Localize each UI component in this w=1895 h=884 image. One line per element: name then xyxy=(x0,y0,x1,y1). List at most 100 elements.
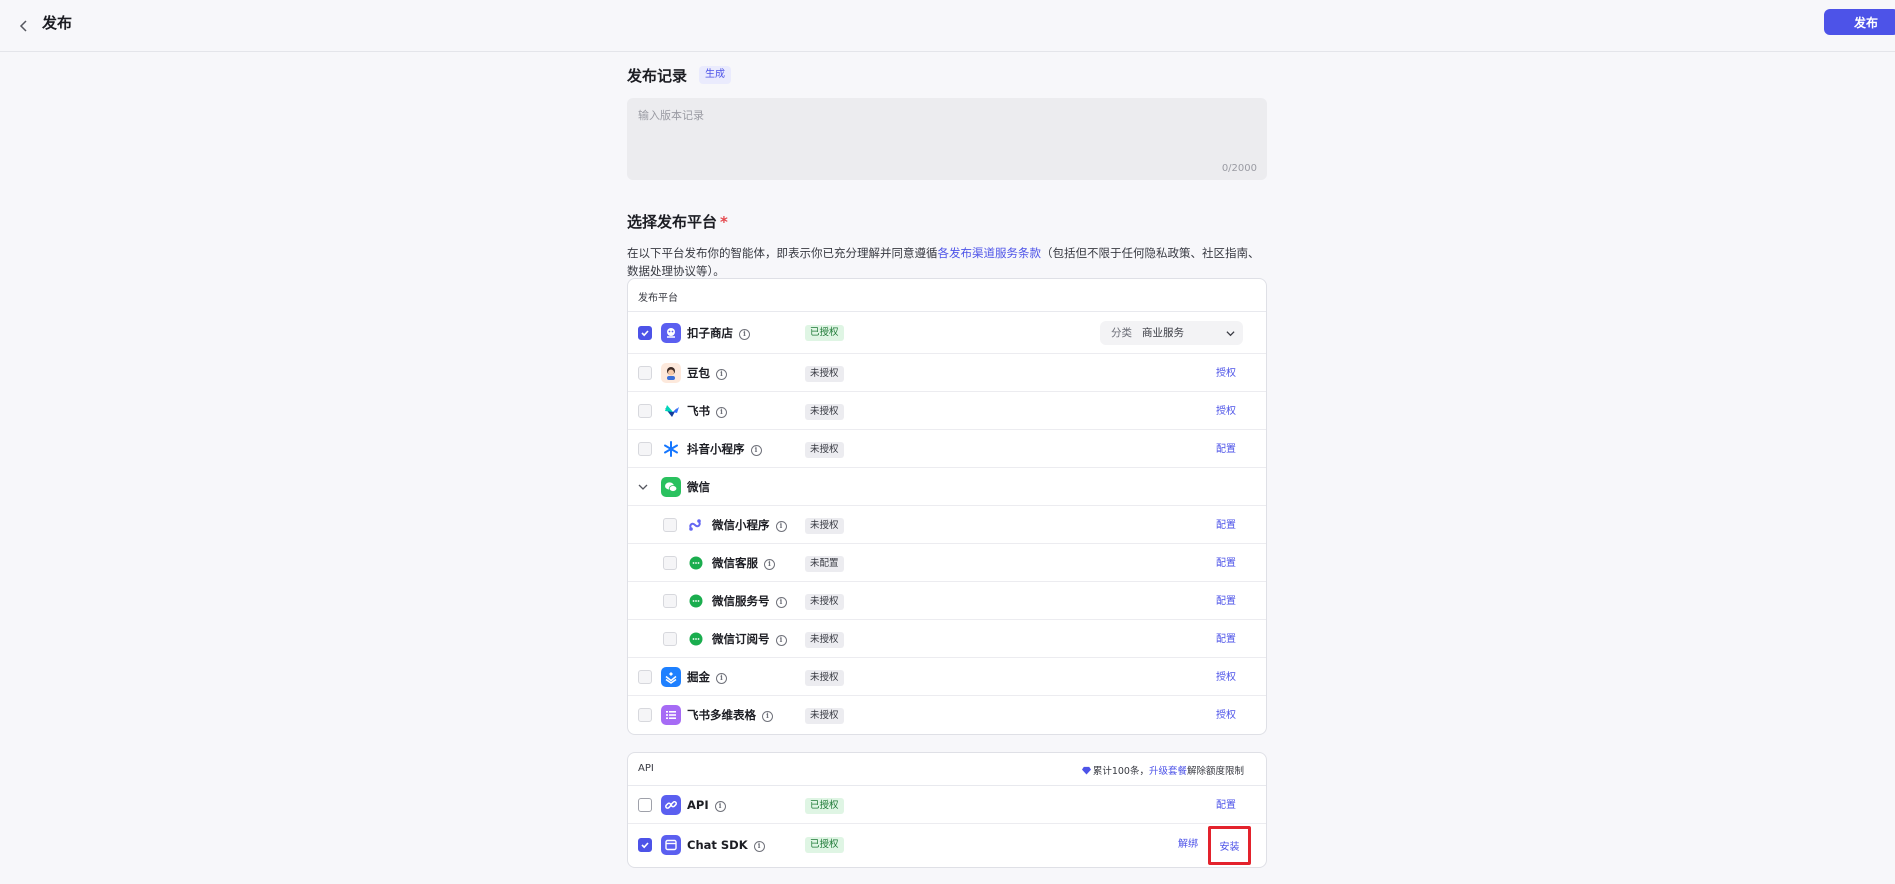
chevron-left-icon xyxy=(19,20,27,32)
douyin-configure-button[interactable]: 配置 xyxy=(1216,442,1236,458)
generate-button[interactable]: 生成 xyxy=(699,66,731,84)
doubao-label: 豆包 xyxy=(687,366,710,380)
desc-before: 在以下平台发布你的智能体，即表示你已充分理解并同意遵循 xyxy=(627,246,938,260)
info-icon[interactable]: i xyxy=(739,328,750,340)
chevron-down-icon[interactable] xyxy=(638,482,648,492)
top-bar: 发布 发布 xyxy=(0,0,1895,52)
chat-sdk-name: Chat SDK i xyxy=(687,837,765,853)
juejin-icon xyxy=(661,667,681,687)
wechat-mini-program-name: 微信小程序 i xyxy=(712,517,787,533)
quota-after: 解除额度限制 xyxy=(1186,766,1244,777)
doubao-checkbox[interactable] xyxy=(638,366,652,380)
wechat-service-account-name: 微信服务号 i xyxy=(712,593,787,609)
douyin-label: 抖音小程序 xyxy=(687,442,745,456)
category-label: 分类 xyxy=(1111,327,1132,339)
api-row-api: API i 已授权 配置 xyxy=(628,786,1266,824)
quota-notice: 累计100条，升级套餐解除额度限制 xyxy=(1081,763,1244,777)
wechat-mini-program-configure-button[interactable]: 配置 xyxy=(1216,518,1236,534)
feishu-bitable-authorize-button[interactable]: 授权 xyxy=(1216,708,1236,724)
info-icon[interactable]: i xyxy=(714,800,726,812)
chevron-down-icon xyxy=(1226,331,1235,337)
douyin-status-badge: 未授权 xyxy=(805,442,844,458)
wechat-mini-program-label: 微信小程序 xyxy=(712,518,770,532)
quota-before: 累计100条， xyxy=(1092,766,1149,777)
chat-sdk-unbind-button[interactable]: 解绑 xyxy=(1178,837,1198,853)
coze-store-name: 扣子商店 i xyxy=(687,325,750,341)
douyin-name: 抖音小程序 i xyxy=(687,441,762,457)
doubao-status-badge: 未授权 xyxy=(805,366,844,382)
wechat-mini-program-checkbox[interactable] xyxy=(663,518,677,532)
feishu-authorize-button[interactable]: 授权 xyxy=(1216,404,1236,420)
wechat-subscription-account-status-badge: 未授权 xyxy=(805,632,844,648)
platform-row-feishu: 飞书 i 未授权 授权 xyxy=(628,392,1266,430)
feishu-name: 飞书 i xyxy=(687,403,727,419)
feishu-checkbox[interactable] xyxy=(638,404,652,418)
wechat-group-name: 微信 xyxy=(687,480,710,494)
platform-row-wechat-group[interactable]: 微信 xyxy=(628,468,1266,506)
api-label: API xyxy=(687,798,709,812)
platform-section-title: 选择发布平台 * xyxy=(627,212,728,232)
platform-row-feishu-bitable: 飞书多维表格 i 未授权 授权 xyxy=(628,696,1266,734)
terms-link[interactable]: 各发布渠道服务条款 xyxy=(938,246,1042,260)
info-icon[interactable]: i xyxy=(750,444,762,456)
api-row-chat-sdk: Chat SDK i 已授权 解绑 安装 xyxy=(628,824,1266,867)
wechat-subscription-account-checkbox[interactable] xyxy=(663,632,677,646)
wechat-service-account-checkbox[interactable] xyxy=(663,594,677,608)
wechat-service-account-configure-button[interactable]: 配置 xyxy=(1216,594,1236,610)
info-icon[interactable]: i xyxy=(716,672,727,684)
chat-sdk-checkbox[interactable] xyxy=(638,838,652,852)
char-counter: 0/2000 xyxy=(1221,163,1257,174)
api-card: API 累计100条，升级套餐解除额度限制 API i 已授权 配置 Chat S… xyxy=(627,752,1267,868)
doubao-icon xyxy=(661,363,681,383)
coze-store-icon xyxy=(661,323,681,343)
info-icon[interactable]: i xyxy=(764,558,775,570)
category-select[interactable]: 分类 商业服务 xyxy=(1100,321,1243,345)
chat-sdk-install-button[interactable]: 安装 xyxy=(1208,826,1251,865)
coze-store-checkbox[interactable] xyxy=(638,326,652,340)
feishu-label: 飞书 xyxy=(687,404,710,418)
api-checkbox[interactable] xyxy=(638,798,652,812)
wechat-subscription-account-configure-button[interactable]: 配置 xyxy=(1216,632,1236,648)
check-icon xyxy=(641,842,649,849)
wechat-mini-program-status-badge: 未授权 xyxy=(805,518,844,534)
upgrade-plan-link[interactable]: 升级套餐 xyxy=(1149,766,1187,777)
douyin-checkbox[interactable] xyxy=(638,442,652,456)
wechat-subscription-account-icon xyxy=(686,629,706,649)
feishu-icon xyxy=(661,401,681,421)
wechat-customer-service-icon xyxy=(686,553,706,573)
info-icon[interactable]: i xyxy=(716,406,727,418)
info-icon[interactable]: i xyxy=(775,634,787,646)
platform-row-wechat-customer-service: 微信客服 i 未配置 配置 xyxy=(628,544,1266,582)
juejin-status-badge: 未授权 xyxy=(805,670,844,686)
wechat-subscription-account-label: 微信订阅号 xyxy=(712,632,770,646)
version-record-input[interactable]: 输入版本记录 0/2000 xyxy=(627,98,1267,180)
douyin-mini-program-icon xyxy=(661,439,681,459)
doubao-authorize-button[interactable]: 授权 xyxy=(1216,366,1236,382)
platform-card-header-label: 发布平台 xyxy=(638,293,678,304)
wechat-mini-program-icon xyxy=(686,515,706,535)
wechat-customer-service-configure-button[interactable]: 配置 xyxy=(1216,556,1236,572)
wechat-service-account-status-badge: 未授权 xyxy=(805,594,844,610)
api-name: API i xyxy=(687,797,726,813)
feishu-bitable-checkbox[interactable] xyxy=(638,708,652,722)
api-configure-button[interactable]: 配置 xyxy=(1216,798,1236,814)
wechat-customer-service-checkbox[interactable] xyxy=(663,556,677,570)
diamond-icon xyxy=(1081,766,1091,775)
feishu-bitable-status-badge: 未授权 xyxy=(805,708,844,724)
version-record-placeholder: 输入版本记录 xyxy=(638,109,704,122)
back-button[interactable] xyxy=(12,14,36,38)
publish-button[interactable]: 发布 xyxy=(1824,9,1895,35)
info-icon[interactable]: i xyxy=(716,368,727,380)
info-icon[interactable]: i xyxy=(762,710,773,722)
feishu-bitable-icon xyxy=(661,705,681,725)
info-icon[interactable]: i xyxy=(775,596,787,608)
api-card-header-label: API xyxy=(638,763,654,774)
required-mark: * xyxy=(720,213,728,231)
platform-row-wechat-subscription-account: 微信订阅号 i 未授权 配置 xyxy=(628,620,1266,658)
info-icon[interactable]: i xyxy=(775,520,787,532)
platform-card-header: 发布平台 xyxy=(628,279,1266,312)
info-icon[interactable]: i xyxy=(753,840,765,852)
window-icon xyxy=(661,835,681,855)
juejin-checkbox[interactable] xyxy=(638,670,652,684)
juejin-authorize-button[interactable]: 授权 xyxy=(1216,670,1236,686)
